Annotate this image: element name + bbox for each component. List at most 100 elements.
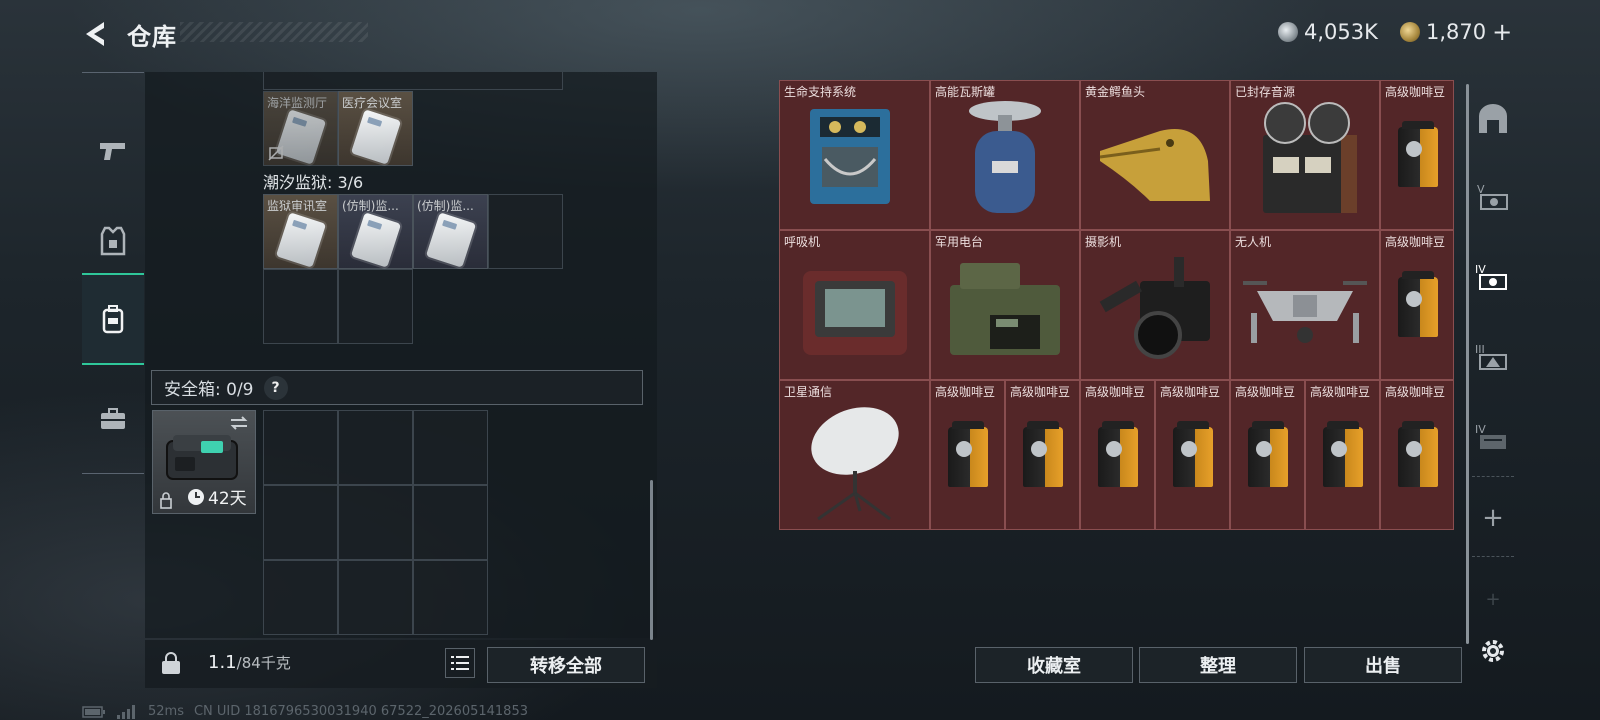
grid-item[interactable]: 呼吸机 (779, 230, 930, 380)
left-scrollbar[interactable] (650, 480, 653, 640)
storage-level-iii-icon: III (1475, 343, 1507, 370)
list-view-button[interactable] (445, 648, 475, 678)
item-name: 高级咖啡豆 (1385, 235, 1446, 249)
add-storage-tab-button[interactable]: + (1472, 497, 1514, 539)
grid-item[interactable]: 高能瓦斯罐 (930, 80, 1080, 230)
warehouse-scrollbar[interactable] (1466, 84, 1469, 644)
grid-item[interactable]: 高级咖啡豆 (1005, 380, 1080, 530)
safebox-slot[interactable] (338, 410, 413, 485)
expiry-days: 42天 (208, 489, 247, 509)
empty-slot[interactable] (338, 269, 413, 344)
silver-currency: 4,053K (1278, 19, 1378, 45)
lock-icon (160, 492, 172, 509)
grid-item[interactable]: 高级咖啡豆 (1380, 380, 1454, 530)
tab-storage-iii[interactable]: III (1472, 336, 1514, 378)
safebox-item[interactable]: 42天 (152, 410, 256, 514)
nav-backpack[interactable] (82, 273, 144, 365)
grid-item[interactable]: 高级咖啡豆 (1380, 230, 1454, 380)
gas-tank-icon (969, 101, 1041, 213)
battery-icon (82, 705, 105, 718)
item-name: 高级咖啡豆 (935, 385, 996, 399)
transfer-all-button[interactable]: 转移全部 (487, 647, 645, 683)
item-name: 高级咖啡豆 (1010, 385, 1071, 399)
key-item[interactable]: 海洋监测厅 (263, 91, 338, 166)
help-icon[interactable]: ? (263, 375, 288, 400)
grid-item[interactable]: 卫星通信 (779, 380, 930, 530)
armor-icon (100, 226, 126, 256)
key-item[interactable]: (仿制)监... (413, 194, 488, 269)
tab-storage-iv-active[interactable]: IV (1472, 256, 1514, 298)
grid-item[interactable]: 黄金鳄鱼头 (1080, 80, 1230, 230)
gear-icon (1482, 640, 1504, 662)
tab-all-storage[interactable] (1472, 98, 1514, 140)
item-name: 摄影机 (1085, 235, 1122, 249)
add-storage-tab-disabled: + (1485, 588, 1501, 610)
safebox-slot[interactable] (413, 560, 488, 635)
expiry-timer: 42天 (187, 484, 247, 509)
gold-currency[interactable]: 1,870 + (1400, 19, 1512, 45)
safebox-slot[interactable] (263, 485, 338, 560)
satellite-dish-icon (810, 407, 899, 521)
grid-item[interactable]: 军用电台 (930, 230, 1080, 380)
grid-item[interactable]: 生命支持系统 (779, 80, 930, 230)
coffee-bag-icon (1098, 421, 1138, 487)
empty-slot[interactable] (263, 269, 338, 344)
key-item[interactable]: (仿制)监... (338, 194, 413, 269)
grid-item[interactable]: 高级咖啡豆 (1305, 380, 1380, 530)
nav-briefcase[interactable] (82, 373, 144, 465)
back-button[interactable] (80, 18, 112, 50)
tab-storage-v[interactable]: V (1472, 176, 1514, 218)
briefcase-icon (101, 408, 125, 429)
safebox-slot[interactable] (413, 485, 488, 560)
gold-coin-icon (1400, 22, 1420, 42)
no-use-icon (268, 145, 284, 161)
grid-item[interactable]: 高级咖啡豆 (930, 380, 1005, 530)
signal-icon (117, 704, 135, 719)
grid-item[interactable]: 高级咖啡豆 (1155, 380, 1230, 530)
grid-item[interactable]: 摄影机 (1080, 230, 1230, 380)
key-item[interactable]: 监狱审讯室 (263, 194, 338, 269)
safebox-slot[interactable] (413, 410, 488, 485)
grid-item[interactable]: 已封存音源 (1230, 80, 1380, 230)
item-name: 高级咖啡豆 (1310, 385, 1371, 399)
storage-level-v-icon: V (1477, 183, 1508, 210)
keycard-icon (275, 212, 327, 268)
item-name: 高级咖啡豆 (1385, 85, 1446, 99)
sell-button[interactable]: 出售 (1304, 647, 1462, 683)
grid-item[interactable]: 高级咖啡豆 (1230, 380, 1305, 530)
safebox-slot[interactable] (263, 410, 338, 485)
safebox-slot[interactable] (338, 485, 413, 560)
key-row-partial (263, 72, 563, 90)
grid-item[interactable]: 高级咖啡豆 (1380, 80, 1454, 230)
sort-button[interactable]: 整理 (1139, 647, 1297, 683)
ventilator-icon (802, 271, 907, 355)
tab-storage-iv-b[interactable]: IV (1472, 416, 1514, 458)
keycard-icon (350, 109, 402, 165)
left-category-nav (82, 72, 144, 474)
keycard-icon (425, 212, 477, 268)
user-uid: CN UID 1816796530031940 67522_2026051418… (193, 704, 528, 719)
ping-value: 52ms (148, 704, 184, 719)
tab-divider (1472, 556, 1514, 557)
safebox-slot[interactable] (263, 560, 338, 635)
video-camera-icon (1099, 257, 1210, 359)
top-bar: 仓库 4,053K 1,870 + (0, 0, 1600, 68)
svg-text:IV: IV (1475, 423, 1486, 436)
settings-button[interactable] (1472, 630, 1514, 672)
item-name: 医疗会议室 (342, 96, 403, 110)
item-name: 高级咖啡豆 (1160, 385, 1221, 399)
grid-item[interactable]: 无人机 (1230, 230, 1380, 380)
gold-amount: 1,870 (1426, 20, 1487, 44)
grid-item[interactable]: 高级咖啡豆 (1080, 380, 1155, 530)
swap-icon[interactable] (229, 415, 249, 431)
silver-amount: 4,053K (1304, 20, 1378, 44)
weight-display: 1.1/84千克 (208, 652, 291, 673)
add-gold-button[interactable]: + (1492, 20, 1512, 44)
collection-room-button[interactable]: 收藏室 (975, 647, 1133, 683)
key-item[interactable]: 医疗会议室 (338, 91, 413, 166)
safebox-slot[interactable] (338, 560, 413, 635)
item-name: 军用电台 (935, 235, 984, 249)
nav-weapons[interactable] (82, 105, 144, 197)
drone-icon (1243, 281, 1367, 343)
empty-slot[interactable] (488, 194, 563, 269)
